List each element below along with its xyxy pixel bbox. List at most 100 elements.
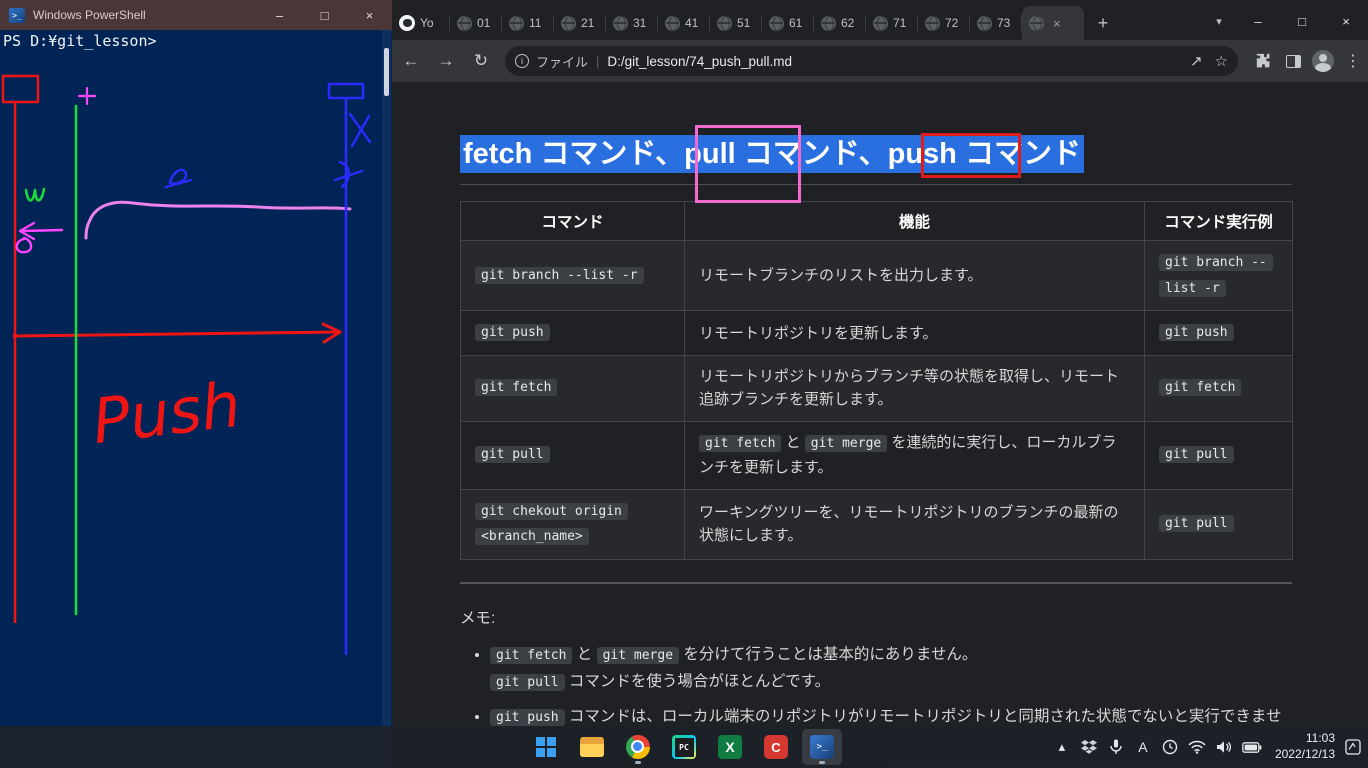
file-explorer-button[interactable] <box>572 729 612 765</box>
column-header: 機能 <box>685 202 1145 241</box>
tab-search-chevron-icon[interactable]: ▾ <box>1202 2 1236 40</box>
ime-indicator[interactable]: A <box>1134 732 1152 762</box>
taskbar: PC X C >_ ▴ A <box>0 726 1368 768</box>
tab-11[interactable]: 11 <box>502 6 554 40</box>
inline-code: git pull <box>490 674 565 691</box>
volume-icon[interactable] <box>1215 732 1233 762</box>
powershell-titlebar[interactable]: >_ Windows PowerShell – □ × <box>0 0 392 30</box>
tab-01[interactable]: 01 <box>450 6 502 40</box>
address-bar[interactable]: i ファイル | D:/git_lesson/74_push_pull.md ↗… <box>505 46 1238 76</box>
page-info-icon[interactable]: i <box>515 54 529 68</box>
inline-code: git fetch <box>490 647 572 664</box>
side-panel-icon[interactable] <box>1278 46 1308 76</box>
address-url[interactable]: D:/git_lesson/74_push_pull.md <box>607 54 792 69</box>
address-scheme-label: ファイル <box>536 52 588 71</box>
powershell-terminal[interactable]: PS D:¥git_lesson> Push <box>0 30 392 768</box>
table-row: git fetch リモートリポジトリからブランチ等の状態を取得し、リモート追跡… <box>461 356 1293 422</box>
running-indicator <box>819 761 825 764</box>
back-icon[interactable]: ← <box>395 45 427 77</box>
new-tab-button[interactable]: + <box>1088 8 1118 38</box>
tab-61[interactable]: 61 <box>762 6 814 40</box>
inline-code: git push <box>490 709 565 726</box>
excel-button[interactable]: X <box>710 729 750 765</box>
tab-21[interactable]: 21 <box>554 6 606 40</box>
notification-center-icon[interactable] <box>1344 732 1362 762</box>
globe-favicon <box>665 16 680 31</box>
tab-41[interactable]: 41 <box>658 6 710 40</box>
command-code: git branch --list -r <box>475 267 644 284</box>
globe-favicon <box>561 16 576 31</box>
chrome-button[interactable] <box>618 729 658 765</box>
globe-favicon <box>873 16 888 31</box>
start-button[interactable] <box>526 729 566 765</box>
microphone-icon[interactable] <box>1107 732 1125 762</box>
clock-tray-icon[interactable] <box>1161 732 1179 762</box>
browser-menu-kebab-icon[interactable]: ⋮ <box>1338 46 1368 76</box>
powershell-minimize-button[interactable]: – <box>257 0 302 30</box>
forward-icon[interactable]: → <box>430 45 462 77</box>
globe-favicon <box>977 16 992 31</box>
command-code: git fetch <box>475 379 557 396</box>
command-description: リモートブランチのリストを出力します。 <box>699 267 983 284</box>
bookmark-star-icon[interactable]: ☆ <box>1215 52 1228 70</box>
reload-icon[interactable]: ↻ <box>465 45 497 77</box>
powershell-scrollbar-thumb[interactable] <box>384 48 389 96</box>
browser-close-button[interactable]: × <box>1324 2 1368 40</box>
command-example-code: git pull <box>1159 515 1234 532</box>
inline-code: git fetch <box>699 435 781 452</box>
tab-close-icon[interactable]: × <box>1053 16 1061 31</box>
tab-72[interactable]: 72 <box>918 6 970 40</box>
share-icon[interactable]: ↗ <box>1190 52 1203 70</box>
powershell-scrollbar[interactable] <box>382 30 391 768</box>
powershell-close-button[interactable]: × <box>347 0 392 30</box>
red-highlight-box-annotation <box>921 133 1021 178</box>
globe-favicon <box>1029 16 1044 31</box>
red-arrow-annotation <box>14 324 340 342</box>
browser-minimize-button[interactable]: – <box>1236 2 1280 40</box>
blue-f-squiggle-annotation <box>166 170 191 187</box>
tray-date: 2022/12/13 <box>1275 747 1335 763</box>
pink-curve-annotation <box>86 202 350 238</box>
browser-maximize-button[interactable]: □ <box>1280 2 1324 40</box>
tab-31[interactable]: 31 <box>606 6 658 40</box>
red-app-button[interactable]: C <box>756 729 796 765</box>
column-header: コマンド実行例 <box>1145 202 1293 241</box>
clock[interactable]: 11:03 2022/12/13 <box>1275 731 1335 762</box>
table-row: git branch --list -r リモートブランチのリストを出力します。… <box>461 241 1293 311</box>
address-separator: | <box>596 54 599 69</box>
tab-label: 61 <box>789 16 802 30</box>
tab-51[interactable]: 51 <box>710 6 762 40</box>
red-c-app-icon: C <box>764 735 788 759</box>
extensions-puzzle-icon[interactable] <box>1248 46 1278 76</box>
dropbox-icon[interactable] <box>1080 732 1098 762</box>
red-rectangle-annotation <box>3 76 38 102</box>
command-description: git fetch と git merge を連続的に実行し、ローカルブランチを… <box>685 421 1145 489</box>
tab-label: 73 <box>997 16 1010 30</box>
inline-code: git merge <box>597 647 679 664</box>
tab-62[interactable]: 62 <box>814 6 866 40</box>
command-description: リモートリポジトリを更新します。 <box>699 325 938 342</box>
powershell-maximize-button[interactable]: □ <box>302 0 347 30</box>
green-squiggle-annotation <box>26 189 44 201</box>
tab-71[interactable]: 71 <box>866 6 918 40</box>
tab-strip: Yo 01 11 21 31 41 51 61 62 71 72 73 × + … <box>392 0 1368 40</box>
tab-label: 71 <box>893 16 906 30</box>
tab-active[interactable]: × <box>1022 6 1084 40</box>
tab-github[interactable]: Yo <box>392 6 450 40</box>
battery-icon[interactable] <box>1242 732 1262 762</box>
tab-73[interactable]: 73 <box>970 6 1022 40</box>
powershell-taskbar-button[interactable]: >_ <box>802 729 842 765</box>
inline-code: git merge <box>805 435 887 452</box>
excel-icon: X <box>718 735 742 759</box>
tab-label: 41 <box>685 16 698 30</box>
wifi-icon[interactable] <box>1188 732 1206 762</box>
pycharm-button[interactable]: PC <box>664 729 704 765</box>
command-example-code: git branch --list -r <box>1159 254 1273 297</box>
pink-highlight-box-annotation <box>695 125 801 203</box>
windows-logo-icon <box>535 736 557 758</box>
profile-avatar[interactable] <box>1308 46 1338 76</box>
command-description: リモートリポジトリからブランチ等の状態を取得し、リモート追跡ブランチを更新します… <box>699 368 1119 408</box>
hidden-icons-chevron-icon[interactable]: ▴ <box>1053 732 1071 762</box>
table-header-row: コマンド 機能 コマンド実行例 <box>461 202 1293 241</box>
command-code: git chekout origin <branch_name> <box>475 503 628 546</box>
